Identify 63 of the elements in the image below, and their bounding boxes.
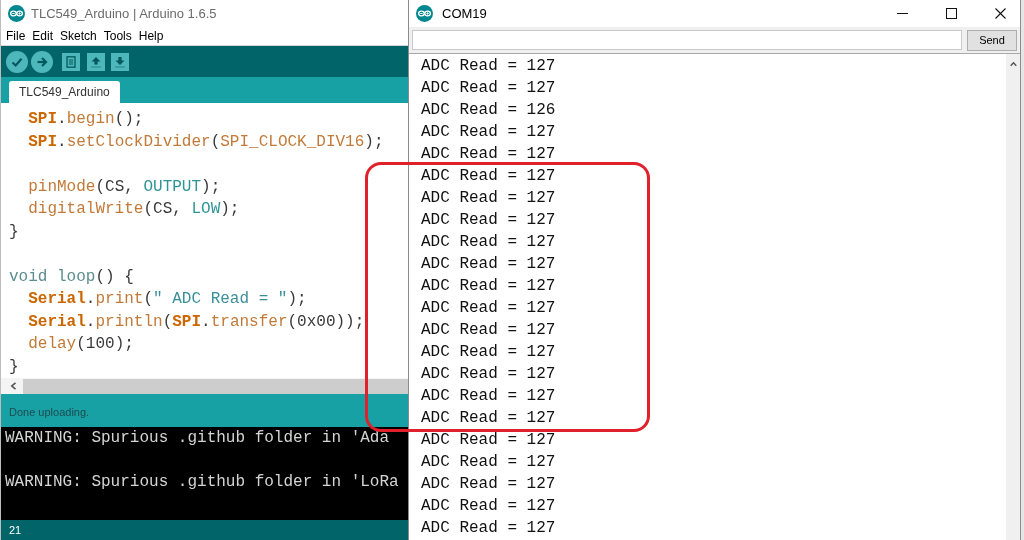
app-logo-icon xyxy=(416,5,433,22)
serial-output-line: ADC Read = 127 xyxy=(421,518,556,539)
upload-button[interactable] xyxy=(31,50,53,73)
caret-left-icon[interactable] xyxy=(10,382,17,390)
serial-output-line: ADC Read = 127 xyxy=(421,78,556,99)
serial-output-line: ADC Read = 126 xyxy=(421,100,556,121)
serial-output-line: ADC Read = 127 xyxy=(421,320,556,341)
serial-output-line: ADC Read = 127 xyxy=(421,386,556,407)
serial-output-line: ADC Read = 127 xyxy=(421,122,556,143)
serial-output-line: ADC Read = 127 xyxy=(421,474,556,495)
code-line: pinMode(CS, OUTPUT); xyxy=(27,176,221,198)
code-line: void loop() { xyxy=(9,266,134,288)
serial-output-line: ADC Read = 127 xyxy=(421,408,556,429)
document-icon xyxy=(65,55,77,68)
menu-item[interactable]: Help xyxy=(138,29,164,43)
caret-up-icon[interactable] xyxy=(1009,60,1017,68)
console-line: WARNING: Spurious .github folder in 'Ada xyxy=(5,428,390,449)
maximize-icon xyxy=(945,8,957,19)
verify-button[interactable] xyxy=(6,50,28,73)
code-line: } xyxy=(9,356,19,378)
serial-output-line: ADC Read = 127 xyxy=(421,188,556,209)
menu-item[interactable]: Sketch xyxy=(60,29,97,43)
send-button[interactable]: Send xyxy=(967,29,1017,51)
serial-output-line: ADC Read = 127 xyxy=(421,56,556,77)
serial-output-line: ADC Read = 127 xyxy=(421,430,556,451)
serial-output-line: ADC Read = 127 xyxy=(421,232,556,253)
check-icon xyxy=(11,55,23,68)
window-title: TLC549_Arduino | Arduino 1.6.5 xyxy=(31,6,217,21)
code-line: } xyxy=(9,221,19,243)
new-button[interactable] xyxy=(62,52,80,71)
serial-output-line: ADC Read = 127 xyxy=(421,496,556,517)
open-button[interactable] xyxy=(87,52,105,71)
serial-output-line: ADC Read = 127 xyxy=(421,452,556,473)
code-line: SPI.begin(); xyxy=(27,109,144,130)
serial-output-line: ADC Read = 127 xyxy=(421,298,556,319)
serial-output-line: ADC Read = 127 xyxy=(421,144,556,165)
code-line: delay(100); xyxy=(27,334,134,355)
status-message: Done uploading. xyxy=(9,406,90,418)
serial-output-line: ADC Read = 127 xyxy=(421,342,556,363)
vertical-scrollbar[interactable] xyxy=(1006,54,1020,540)
app-logo-icon xyxy=(8,5,25,22)
code-line: SPI.setClockDivider(SPI_CLOCK_DIV16); xyxy=(27,131,384,153)
serial-output-line: ADC Read = 127 xyxy=(421,210,556,231)
window-title: COM19 xyxy=(442,6,487,21)
file-tab[interactable]: TLC549_Arduino xyxy=(9,81,120,103)
serial-output-line: ADC Read = 127 xyxy=(421,276,556,297)
line-number: 21 xyxy=(9,524,22,536)
arrow-up-icon xyxy=(90,55,102,68)
console-line: WARNING: Spurious .github folder in 'LoRa xyxy=(5,472,399,493)
serial-output-line: ADC Read = 127 xyxy=(421,254,556,275)
menu-item[interactable]: Edit xyxy=(32,29,54,43)
save-button[interactable] xyxy=(111,52,129,71)
serial-output-line: ADC Read = 127 xyxy=(421,364,556,385)
close-icon xyxy=(994,8,1006,19)
arrow-down-icon xyxy=(114,55,126,68)
menu-item[interactable]: Tools xyxy=(103,29,132,43)
input-field[interactable] xyxy=(412,30,962,50)
serial-output-line: ADC Read = 127 xyxy=(421,166,556,187)
code-line: Serial.println(SPI.transfer(0x00)); xyxy=(27,311,365,333)
menu-item[interactable]: File xyxy=(6,29,26,43)
arrow-right-icon xyxy=(36,55,48,68)
code-line: Serial.print(" ADC Read = "); xyxy=(27,289,307,310)
code-line: digitalWrite(CS, LOW); xyxy=(27,199,240,220)
